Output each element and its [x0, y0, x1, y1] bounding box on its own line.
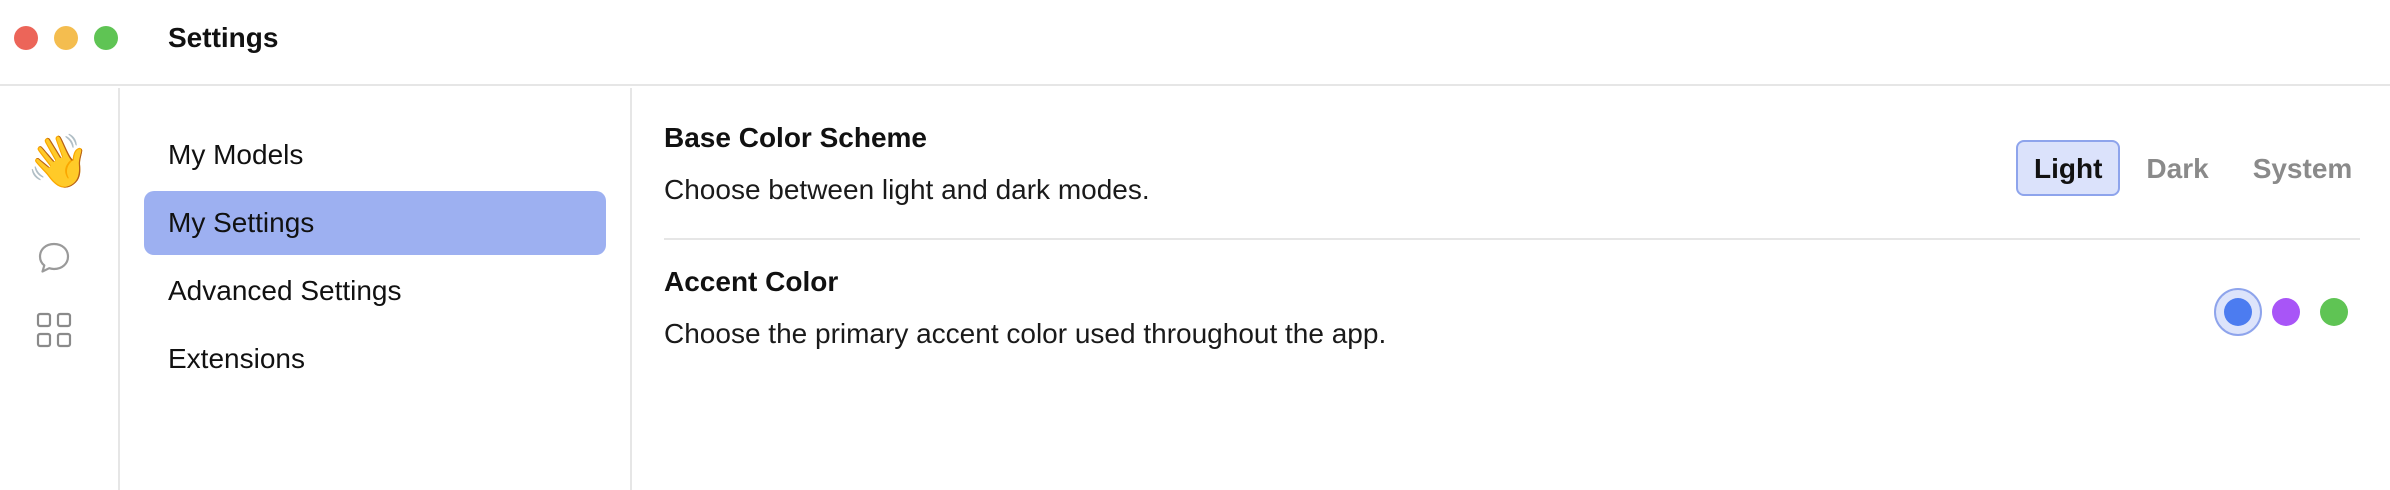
section-divider	[664, 238, 2360, 240]
scheme-option-dark[interactable]: Dark	[2128, 140, 2226, 196]
settings-window: Settings 👋 My Models My Settings Advance…	[0, 0, 2390, 490]
color-scheme-description: Choose between light and dark modes.	[664, 174, 1150, 205]
nav-item-my-models[interactable]: My Models	[144, 123, 606, 187]
color-scheme-segmented-control: Light Dark System	[2016, 140, 2370, 196]
settings-nav: My Models My Settings Advanced Settings …	[122, 88, 632, 490]
nav-item-extensions[interactable]: Extensions	[144, 327, 606, 391]
nav-item-advanced-settings[interactable]: Advanced Settings	[144, 259, 606, 323]
scheme-option-light[interactable]: Light	[2016, 140, 2121, 196]
accent-swatch-purple[interactable]	[2272, 298, 2300, 326]
accent-color-description: Choose the primary accent color used thr…	[664, 318, 1387, 349]
accent-color-title: Accent Color	[664, 266, 839, 297]
waving-hand-icon[interactable]: 👋	[26, 132, 91, 192]
color-scheme-title: Base Color Scheme	[664, 122, 927, 153]
nav-item-my-settings[interactable]: My Settings	[144, 191, 606, 255]
title-bar: Settings	[0, 0, 2390, 86]
window-title: Settings	[168, 22, 279, 53]
settings-main: Base Color Scheme Choose between light a…	[634, 88, 2390, 490]
grid-apps-icon[interactable]	[36, 312, 72, 348]
icon-rail: 👋	[0, 88, 120, 490]
close-window-button[interactable]	[14, 26, 38, 50]
minimize-window-button[interactable]	[54, 26, 78, 50]
scheme-option-system[interactable]: System	[2235, 140, 2371, 196]
accent-swatch-green[interactable]	[2320, 298, 2348, 326]
maximize-window-button[interactable]	[94, 26, 118, 50]
chat-bubble-icon[interactable]	[36, 240, 72, 276]
accent-swatch-blue[interactable]	[2224, 298, 2252, 326]
